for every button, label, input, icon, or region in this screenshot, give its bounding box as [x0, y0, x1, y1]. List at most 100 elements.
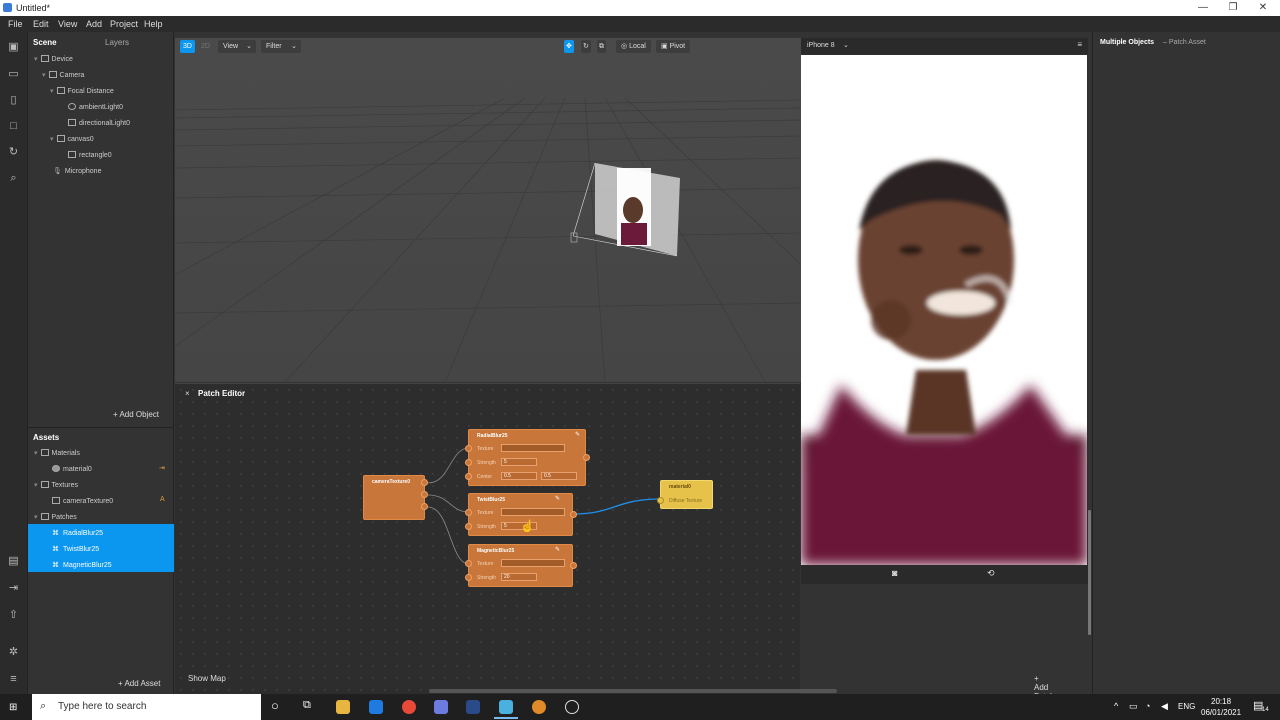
output-port[interactable]: [570, 511, 577, 518]
rotate-device-icon[interactable]: ⟲: [987, 568, 995, 579]
volume-icon[interactable]: ◀: [1161, 701, 1168, 712]
restore-button[interactable]: ❐: [1218, 1, 1248, 15]
tree-rectangle[interactable]: rectangle0: [68, 151, 112, 159]
chevron-down-icon[interactable]: ⌄: [843, 41, 849, 49]
input-port[interactable]: [465, 473, 472, 480]
asset-textures[interactable]: ▾ Textures: [34, 481, 78, 489]
patch-editor[interactable]: × Patch Editor cameraTexture0 RadialBlur…: [175, 383, 1054, 701]
texture-field[interactable]: [501, 508, 565, 516]
list-icon[interactable]: ≡: [7, 673, 20, 686]
input-port[interactable]: [465, 509, 472, 516]
asset-materials[interactable]: ▾ Materials: [34, 449, 80, 457]
mode-3d-button[interactable]: 3D: [180, 40, 195, 53]
strength-field[interactable]: 5: [501, 458, 537, 466]
tree-microphone[interactable]: 🎙 Microphone: [53, 167, 101, 175]
input-port[interactable]: [657, 497, 664, 504]
asset-twist-blur[interactable]: ⌘ TwistBlur25: [52, 545, 99, 553]
3d-viewport[interactable]: [175, 38, 801, 382]
tree-ambient-light[interactable]: ambientLight0: [68, 103, 123, 111]
local-button[interactable]: ◎ Local: [616, 40, 651, 53]
menu-icon[interactable]: ≡: [1077, 40, 1082, 49]
output-port[interactable]: [421, 503, 428, 510]
rotate-tool-icon[interactable]: ↻: [581, 40, 591, 53]
tree-directional-light[interactable]: directionalLight0: [68, 119, 130, 127]
input-port[interactable]: [465, 560, 472, 567]
layout-icon[interactable]: ▣: [7, 41, 20, 54]
output-port[interactable]: [421, 479, 428, 486]
menu-help[interactable]: Help: [144, 19, 163, 29]
menu-project[interactable]: Project: [110, 19, 138, 29]
scale-tool-icon[interactable]: ⧉: [597, 40, 606, 53]
video-icon[interactable]: ▭: [7, 68, 20, 81]
input-port[interactable]: [465, 523, 472, 530]
camera-icon[interactable]: ◙: [892, 568, 897, 578]
asset-magnetic-blur[interactable]: ⌘ MagneticBlur25: [52, 561, 112, 569]
tree-camera[interactable]: ▾ Camera: [42, 71, 84, 79]
filter-dropdown[interactable]: Filter ⌄: [261, 40, 301, 53]
input-port[interactable]: [465, 445, 472, 452]
export-icon[interactable]: ⇥: [7, 582, 20, 595]
battery-icon[interactable]: ▭: [1129, 701, 1138, 712]
asset-patches[interactable]: ▾ Patches: [34, 513, 77, 521]
obs-icon[interactable]: [565, 700, 579, 714]
texture-field[interactable]: [501, 444, 565, 452]
horizontal-scrollbar[interactable]: [429, 689, 837, 693]
edit-icon[interactable]: ✎: [555, 546, 560, 553]
material-node[interactable]: material0 Diffuse Texture: [657, 480, 713, 509]
view-dropdown[interactable]: View ⌄: [218, 40, 256, 53]
input-port[interactable]: [465, 459, 472, 466]
asset-radial-blur[interactable]: ⌘ RadialBlur25: [52, 529, 103, 537]
radial-blur-node[interactable]: RadialBlur25 ✎ Texture Strength 5 Center…: [465, 429, 590, 486]
move-tool-icon[interactable]: ✥: [564, 40, 574, 53]
upload-icon[interactable]: ⇧: [7, 609, 20, 622]
output-port[interactable]: [583, 454, 590, 461]
vertical-scrollbar[interactable]: [1088, 510, 1091, 635]
tab-scene[interactable]: Scene: [33, 38, 57, 47]
asset-material0[interactable]: material0: [52, 465, 92, 473]
magnetic-blur-node[interactable]: MagneticBlur25 ✎ Texture Strength 20: [465, 544, 577, 587]
menu-edit[interactable]: Edit: [33, 19, 49, 29]
show-map-button[interactable]: Show Map: [188, 674, 226, 683]
clock-date[interactable]: 06/01/2021: [1201, 708, 1241, 717]
add-object-button[interactable]: + Add Object: [113, 410, 159, 419]
tree-focal-distance[interactable]: ▾ Focal Distance: [50, 87, 114, 95]
device-selector[interactable]: iPhone 8: [807, 42, 835, 49]
texture-field[interactable]: [501, 559, 565, 567]
task-view-icon[interactable]: ⧉: [303, 699, 311, 712]
asset-camera-texture[interactable]: cameraTexture0: [52, 497, 113, 505]
edit-icon[interactable]: ✎: [575, 431, 580, 438]
tab-layers[interactable]: Layers: [105, 38, 129, 47]
steam-icon[interactable]: [466, 700, 480, 714]
search-icon[interactable]: ⌕: [7, 172, 20, 185]
language-indicator[interactable]: ENG: [1178, 702, 1195, 711]
menu-add[interactable]: Add: [86, 19, 102, 29]
pivot-button[interactable]: ▣ Pivot: [656, 40, 691, 53]
edit-icon[interactable]: ✎: [555, 495, 560, 502]
close-button[interactable]: ✕: [1248, 1, 1278, 15]
strength-field[interactable]: 20: [501, 573, 537, 581]
mode-2d-button[interactable]: 2D: [198, 40, 213, 53]
chrome-icon[interactable]: [402, 700, 416, 714]
center-x-field[interactable]: 0.5: [501, 472, 537, 480]
tree-device[interactable]: ▾ Device: [34, 55, 73, 63]
tree-canvas[interactable]: ▾ canvas0: [50, 135, 94, 143]
file-icon[interactable]: ▤: [7, 555, 20, 568]
mail-icon[interactable]: [369, 700, 383, 714]
refresh-icon[interactable]: ↻: [7, 146, 20, 159]
cortana-icon[interactable]: ○: [271, 698, 279, 713]
wifi-icon[interactable]: ◔: [1145, 701, 1150, 711]
minimize-button[interactable]: —: [1188, 1, 1218, 15]
pause-icon[interactable]: ▯: [7, 94, 20, 107]
output-port[interactable]: [421, 491, 428, 498]
windows-start-icon[interactable]: ⊞: [9, 702, 20, 713]
taskbar-search[interactable]: ⌕ Type here to search: [32, 694, 261, 720]
output-port[interactable]: [570, 562, 577, 569]
file-explorer-icon[interactable]: [336, 700, 350, 714]
menu-view[interactable]: View: [58, 19, 77, 29]
frame-icon[interactable]: □: [7, 120, 20, 133]
add-asset-button[interactable]: + Add Asset: [118, 679, 160, 688]
center-y-field[interactable]: 0.5: [541, 472, 577, 480]
camera-texture-node[interactable]: cameraTexture0: [363, 475, 428, 520]
spark-ar-icon[interactable]: [499, 700, 513, 714]
discord-icon[interactable]: [434, 700, 448, 714]
